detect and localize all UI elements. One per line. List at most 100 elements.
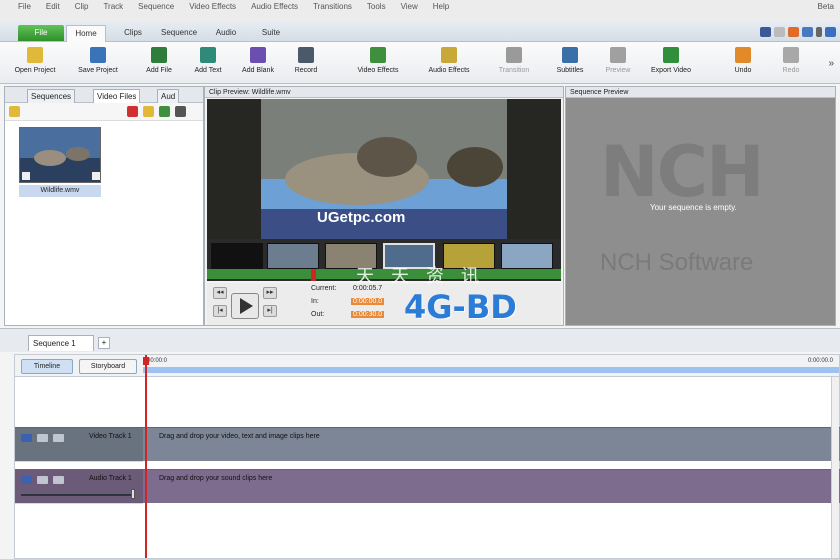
media-bin-panel: Sequences Video Files Aud Wildlife.wmv <box>4 86 204 326</box>
folder-icon[interactable] <box>9 106 20 117</box>
tab-video-files[interactable]: Video Files <box>93 89 141 103</box>
filmstrip-frame <box>501 243 553 269</box>
add-file-icon <box>151 47 167 63</box>
export-video-button[interactable]: Export Video <box>644 45 698 81</box>
transition-button[interactable]: Transition <box>492 45 536 81</box>
down-arrow-icon[interactable] <box>159 106 170 117</box>
filmstrip-frame <box>211 243 263 269</box>
tab-clips[interactable]: Clips <box>116 25 150 42</box>
open-project-button[interactable]: Open Project <box>10 45 60 81</box>
clip-filename: Wildlife.wmv <box>19 185 101 197</box>
tab-sequence[interactable]: Sequence <box>156 25 202 42</box>
add-blank-button[interactable]: Add Blank <box>236 45 280 81</box>
add-text-button[interactable]: Add Text <box>188 45 228 81</box>
record-button[interactable]: Record <box>288 45 324 81</box>
go-start-icon[interactable]: |◂ <box>213 305 227 317</box>
clip-preview-title: Clip Preview: Wildlife.wmv <box>205 87 563 98</box>
audio-effects-button[interactable]: Audio Effects <box>420 45 478 81</box>
audio-track[interactable]: Audio Track 1 Drag and drop your sound c… <box>15 469 840 504</box>
tab-audio[interactable]: Audio <box>210 25 242 42</box>
fast-forward-icon[interactable]: ▸▸ <box>263 287 277 299</box>
in-point-label: In: <box>311 298 319 305</box>
window-icon[interactable] <box>802 27 813 37</box>
preview-button[interactable]: Preview <box>598 45 638 81</box>
add-blank-icon <box>250 47 266 63</box>
track-lock-icon[interactable] <box>37 434 48 442</box>
tab-sequences[interactable]: Sequences <box>27 89 76 103</box>
video-effects-button[interactable]: Video Effects <box>350 45 406 81</box>
menu-video-effects[interactable]: Video Effects <box>189 2 236 11</box>
beta-label: Beta <box>817 2 834 11</box>
delete-icon[interactable] <box>127 106 138 117</box>
menu-file[interactable]: File <box>18 2 31 11</box>
nch-brand-text: NCH Software <box>600 249 754 276</box>
twitter-icon[interactable] <box>774 27 785 37</box>
video-effects-icon <box>370 47 386 63</box>
add-file-button[interactable]: Add File <box>140 45 178 81</box>
tab-home[interactable]: Home <box>66 25 106 42</box>
folder-icon <box>27 47 43 63</box>
video-track-icon[interactable] <box>21 434 32 442</box>
sequence-tabbar: Sequence 1 + <box>0 328 840 352</box>
menu-track[interactable]: Track <box>103 2 123 11</box>
save-project-button[interactable]: Save Project <box>74 45 122 81</box>
video-track[interactable]: Video Track 1 Drag and drop your video, … <box>15 427 840 462</box>
menu-sequence[interactable]: Sequence <box>138 2 174 11</box>
add-icon[interactable] <box>143 106 154 117</box>
menu-help[interactable]: Help <box>433 2 449 11</box>
out-point-label: Out: <box>311 311 325 318</box>
track-lock-icon[interactable] <box>37 476 48 484</box>
rewind-icon[interactable]: ◂◂ <box>213 287 227 299</box>
play-button[interactable] <box>231 293 259 319</box>
playhead-handle[interactable] <box>143 357 149 365</box>
in-point-value[interactable]: 0:00:00.0 <box>351 298 385 305</box>
timeline-view-button[interactable]: Timeline <box>21 359 73 374</box>
speaker-icon[interactable] <box>21 476 32 484</box>
timeline-panel: Timeline Storyboard 00:00:0 0:00:00.0 Vi… <box>14 354 840 559</box>
go-end-icon[interactable]: ▸| <box>263 305 277 317</box>
record-icon <box>298 47 314 63</box>
toolbar-overflow-icon[interactable]: » <box>828 58 834 69</box>
rss-icon[interactable] <box>788 27 799 37</box>
ribbon-toolbar: Open Project Save Project Add File Add T… <box>0 42 840 84</box>
audio-volume-knob[interactable] <box>131 489 135 499</box>
clip-thumbnail[interactable] <box>19 127 101 183</box>
track-hide-icon[interactable] <box>53 434 64 442</box>
menu-tools[interactable]: Tools <box>367 2 386 11</box>
menu-audio-effects[interactable]: Audio Effects <box>251 2 298 11</box>
audio-volume-slider[interactable] <box>21 494 133 496</box>
nch-logo: NCH <box>600 131 765 213</box>
clip-position-marker[interactable] <box>311 269 316 281</box>
current-time-label: Current: <box>311 285 337 292</box>
timeline-scrollbar[interactable] <box>831 377 839 558</box>
thumbnail-image <box>20 128 100 182</box>
sequence-tab[interactable]: Sequence 1 <box>28 335 94 351</box>
menu-view[interactable]: View <box>401 2 418 11</box>
list-view-icon[interactable] <box>175 106 186 117</box>
undo-button[interactable]: Undo <box>728 45 758 81</box>
tab-audio-files[interactable]: Aud <box>157 89 180 103</box>
transition-icon <box>506 47 522 63</box>
ribbon-tabbar: File Home Clips Sequence Audio Suite <box>0 22 840 42</box>
tab-suite[interactable]: Suite <box>254 25 288 42</box>
menu-clip[interactable]: Clip <box>75 2 89 11</box>
menu-transitions[interactable]: Transitions <box>313 2 352 11</box>
help-icon[interactable] <box>825 27 836 37</box>
social-icons <box>760 27 836 37</box>
redo-button[interactable]: Redo <box>776 45 806 81</box>
dropdown-icon[interactable] <box>816 27 822 37</box>
playhead-line[interactable] <box>145 355 147 558</box>
subtitles-button[interactable]: Subtitles <box>550 45 590 81</box>
add-sequence-button[interactable]: + <box>98 337 110 349</box>
audio-track-controls: Audio Track 1 <box>15 470 143 504</box>
facebook-icon[interactable] <box>760 27 771 37</box>
out-point-value[interactable]: 0:00:30.0 <box>351 311 385 318</box>
track-mute-icon[interactable] <box>53 476 64 484</box>
timeline-header: Timeline Storyboard 00:00:0 0:00:00.0 <box>15 355 839 377</box>
storyboard-view-button[interactable]: Storyboard <box>79 359 137 374</box>
file-tab[interactable]: File <box>18 25 64 41</box>
subtitles-icon <box>562 47 578 63</box>
clip-preview-video[interactable]: UGetpc.com <box>207 99 561 239</box>
timeline-ruler[interactable] <box>143 367 839 373</box>
menu-edit[interactable]: Edit <box>46 2 60 11</box>
